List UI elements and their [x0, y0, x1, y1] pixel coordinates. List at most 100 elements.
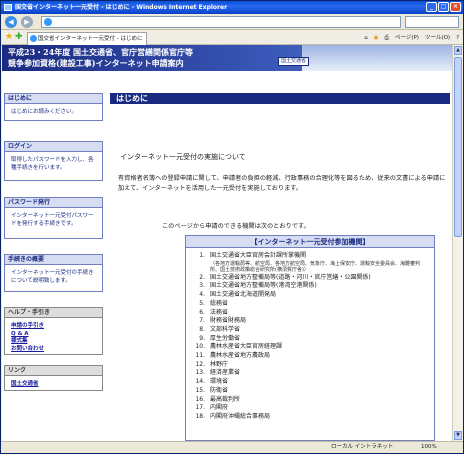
help-panel-title: ヘルプ・手引き [5, 308, 102, 318]
agency-name: 厚生労働省 [210, 334, 241, 342]
link-manual[interactable]: 申請の手引き [11, 323, 96, 331]
search-input[interactable] [405, 16, 459, 28]
home-icon[interactable]: ⌂ [364, 33, 368, 43]
maximize-button[interactable]: □ [438, 2, 449, 12]
agency-item: 18. 内閣府沖縄総合事務局 [192, 413, 428, 422]
tab-bar: ★ ✚ 国交省インターネット一元受付 - はじめに ⌂ ◉ ⎙ ページ(P) ツ… [1, 30, 463, 45]
sidebar-panel-title: パスワード発行 [5, 198, 102, 208]
zoom-level[interactable]: 100% [421, 442, 437, 453]
agency-item: 10. 農林水産省大臣官房経理課 [192, 343, 428, 352]
ministry-badge: 国土交通省 [278, 57, 310, 66]
agency-list-box: 【インターネット一元受付参加機関】 1. 国土交通省大臣官房会計課所掌機関 （各地方… [185, 235, 435, 441]
agency-name: 国土交通省地方整備局等(道路・河川・官庁営繕・公園関係) [210, 273, 371, 281]
vertical-scrollbar[interactable]: ▲ ▼ [452, 45, 463, 441]
agency-item: 14. 環境省 [192, 378, 428, 387]
ie-app-icon [4, 4, 12, 11]
header-line-1: 平成23・24年度 国土交通省、官庁営繕関係官庁等 [8, 47, 194, 57]
tab-title: 国交省インターネット一元受付 - はじめに [38, 36, 143, 42]
scroll-down-icon[interactable]: ▼ [454, 431, 462, 440]
agency-item: 7. 財務省財務局 [192, 317, 428, 326]
link-contact[interactable]: お問い合わせ [11, 346, 96, 354]
sidebar-panel-intro[interactable]: はじめに はじめにお読みください。 [4, 93, 103, 121]
minimize-button[interactable]: _ [426, 2, 437, 12]
link-mlit[interactable]: 国土交通省 [11, 381, 96, 389]
sidebar-panel-body: はじめにお読みください。 [11, 109, 78, 115]
favorites-star-icon[interactable]: ★ [5, 32, 13, 43]
browser-tab[interactable]: 国交省インターネット一元受付 - はじめに [27, 32, 147, 45]
header-sky-image [302, 45, 452, 71]
sidebar-panel-links: リンク 国土交通省 [4, 365, 103, 391]
agency-name: 経済産業省 [210, 369, 241, 377]
links-panel-title: リンク [5, 366, 102, 376]
agency-item: 11. 農林水産省地方農政局 [192, 352, 428, 361]
address-toolbar: ◀ ▶ [1, 14, 463, 30]
agency-number: 3. [199, 282, 205, 290]
security-zone: ローカル イントラネット [331, 444, 394, 450]
agency-name: 文部科学省 [210, 325, 241, 333]
agency-name: 法務省 [210, 308, 229, 316]
close-button[interactable]: × [450, 2, 461, 12]
agency-item: 4. 国土交通省北海道開発局 [192, 291, 428, 300]
help-icon[interactable]: ? [456, 33, 459, 43]
agency-number: 5. [199, 299, 205, 307]
agency-note: （各地方運輸局等、航空局、各地方航空局、気象庁、海上保安庁、運輸安全委員会、海難… [210, 260, 421, 274]
agency-number: 2. [199, 273, 205, 281]
agency-name: 最高裁判所 [210, 395, 241, 403]
ie-page-icon [44, 18, 52, 26]
sidebar-panel-body: 取得したパスワードを入力し、各種手続きを行います。 [11, 157, 94, 171]
agency-number: 8. [199, 325, 205, 333]
agency-number: 18. [195, 412, 205, 420]
agency-number: 6. [199, 308, 205, 316]
add-favorite-icon[interactable]: ✚ [15, 32, 23, 43]
sidebar-panel-login[interactable]: ログイン 取得したパスワードを入力し、各種手続きを行います。 [4, 141, 103, 181]
link-faq[interactable]: Q & A [11, 331, 96, 339]
sidebar-panel-overview[interactable]: 手続きの概要 インターネット一元受付の手続きについて説明致します。 [4, 254, 103, 292]
section-subtitle: インターネット一元受付の実施について [120, 153, 246, 161]
feeds-icon[interactable]: ◉ [374, 33, 379, 43]
ie-tab-icon [30, 35, 37, 42]
print-icon[interactable]: ⎙ [385, 33, 389, 43]
agency-item: 15. 防衛省 [192, 387, 428, 396]
header-line-2: 競争参加資格(建設工事)インターネット申請案内 [8, 58, 184, 68]
agency-name: 農林水産省地方農政局 [210, 352, 271, 360]
agency-number: 10. [195, 343, 205, 351]
link-forms[interactable]: 様式集 [11, 338, 96, 346]
agency-item: 8. 文部科学省 [192, 326, 428, 335]
sidebar-panel-password[interactable]: パスワード発行 インターネット一元受付パスワードを発行する手続きです。 [4, 197, 103, 239]
sidebar-panel-body: インターネット一元受付パスワードを発行する手続きです。 [11, 213, 94, 227]
agency-number: 15. [195, 386, 205, 394]
site-header: 平成23・24年度 国土交通省、官庁営繕関係官庁等 競争参加資格(建設工事)イン… [2, 45, 452, 71]
agency-name: 国土交通省地方整備局等(港湾空港関係) [210, 282, 317, 290]
agency-number: 1. [199, 252, 205, 259]
intro-paragraph: 有資格者名簿への登録申請に関して、申請者の負担の軽減、行政事務の合理化等を図るた… [118, 175, 446, 192]
page-viewport: 平成23・24年度 国土交通省、官庁営繕関係官庁等 競争参加資格(建設工事)イン… [2, 45, 452, 441]
sidebar-panel-title: 手続きの概要 [5, 255, 102, 265]
tools-menu[interactable]: ツール(O) [425, 33, 450, 43]
address-bar[interactable] [41, 16, 401, 28]
page-menu[interactable]: ページ(P) [395, 33, 419, 43]
agency-name: 国土交通省大臣官房会計課所掌機関 [210, 252, 307, 259]
agency-number: 14. [195, 378, 205, 386]
back-button[interactable]: ◀ [5, 16, 17, 28]
agency-item: 5. 総務省 [192, 300, 428, 309]
forward-button[interactable]: ▶ [21, 16, 33, 28]
agency-item: 13. 経済産業省 [192, 369, 428, 378]
main-content: はじめに インターネット一元受付の実施について 有資格者名簿への登録申請に関して… [110, 71, 452, 441]
agency-item: 17. 内閣府 [192, 404, 428, 413]
sidebar-panel-title: はじめに [5, 94, 102, 104]
agency-name: 林野庁 [210, 360, 229, 368]
agency-item: 16. 最高裁判所 [192, 396, 428, 405]
status-bar: ローカル イントラネット 100% [1, 441, 463, 453]
agency-name: 内閣府 [210, 404, 229, 412]
agency-name: 国土交通省北海道開発局 [210, 291, 277, 299]
agency-number: 11. [195, 352, 205, 360]
agency-number: 17. [195, 404, 205, 412]
agency-number: 16. [195, 395, 205, 403]
agency-number: 7. [199, 317, 205, 325]
scroll-up-icon[interactable]: ▲ [454, 46, 462, 55]
agency-name: 総務省 [210, 299, 229, 307]
scroll-thumb[interactable] [454, 57, 462, 237]
title-bar: 国交省インターネット一元受付 - はじめに - Windows Internet… [1, 1, 463, 14]
agency-name: 防衛省 [210, 386, 229, 394]
window-title: 国交省インターネット一元受付 - はじめに - Windows Internet… [15, 4, 228, 11]
